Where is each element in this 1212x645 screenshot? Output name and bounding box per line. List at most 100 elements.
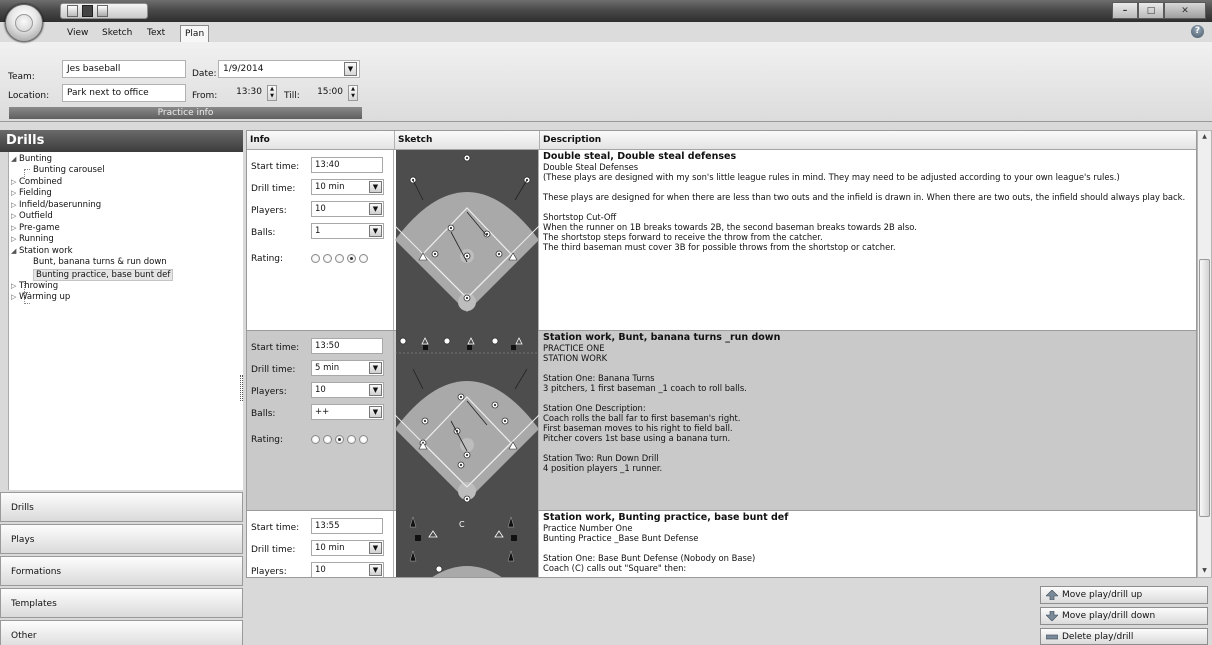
tree-item-station-work[interactable]: ◢ Station work — [11, 246, 73, 256]
collapse-arrow-icon[interactable]: ◢ — [11, 155, 19, 163]
players-select[interactable]: 10 ▼ — [311, 562, 384, 577]
column-header-description[interactable]: Description — [540, 131, 1196, 150]
grid-scrollbar[interactable]: ▲ ▼ — [1197, 130, 1212, 578]
tree-item-warming-up[interactable]: ▷ Warming up — [11, 292, 70, 302]
from-time-field[interactable]: 13:30 — [218, 84, 266, 102]
scroll-up-arrow-icon[interactable]: ▲ — [1198, 131, 1211, 143]
move-up-button[interactable]: Move play/drill up — [1040, 586, 1208, 604]
sketch-cell[interactable] — [394, 150, 540, 331]
chevron-down-icon[interactable]: ▼ — [369, 564, 382, 576]
from-label: From: — [192, 91, 218, 101]
players-value: 10 — [315, 204, 326, 214]
tree-item-bunt-banana-turns[interactable]: Bunt, banana turns & run down — [33, 257, 167, 267]
drill-time-select[interactable]: 5 min ▼ — [311, 360, 384, 376]
rating-radio[interactable] — [347, 435, 356, 444]
expand-arrow-icon[interactable]: ▷ — [11, 201, 19, 209]
tree-item-bunting[interactable]: ◢ Bunting — [11, 154, 52, 164]
team-field[interactable]: Jes baseball — [62, 60, 186, 78]
rating-radio[interactable] — [311, 435, 320, 444]
collapse-arrow-icon[interactable]: ◢ — [11, 247, 19, 255]
expand-arrow-icon[interactable]: ▷ — [11, 178, 19, 186]
location-field[interactable]: Park next to office — [62, 84, 186, 102]
tree-item-throwing[interactable]: ▷ Throwing — [11, 281, 58, 291]
column-header-sketch[interactable]: Sketch — [395, 131, 540, 150]
expand-arrow-icon[interactable]: ▷ — [11, 212, 19, 220]
drill-row[interactable]: Start time: 13:40 Drill time: 10 min ▼ Player… — [247, 150, 1196, 331]
tree-item-fielding[interactable]: ▷ Fielding — [11, 188, 52, 198]
expand-arrow-icon[interactable]: ▷ — [11, 293, 19, 301]
tree-item-bunting-practice[interactable]: Bunting practice, base bunt def — [33, 269, 174, 281]
tab-sketch[interactable]: Sketch — [98, 25, 136, 42]
start-time-field[interactable]: 13:40 — [311, 157, 383, 173]
tab-plan[interactable]: Plan — [180, 25, 210, 42]
balls-select[interactable]: 1 ▼ — [311, 223, 384, 239]
tree-item-bunting-carousel[interactable]: Bunting carousel — [33, 165, 105, 175]
delete-button[interactable]: Delete play/drill — [1040, 628, 1208, 645]
description-cell[interactable]: Station work, Bunt, banana turns _run do… — [540, 331, 1196, 510]
till-label: Till: — [284, 91, 300, 101]
drill-row[interactable]: Start time: 13:50 Drill time: 5 min ▼ Players… — [247, 331, 1196, 511]
move-down-button[interactable]: Move play/drill down — [1040, 607, 1208, 625]
date-picker[interactable]: 1/9/2014 — [218, 60, 360, 78]
chevron-down-icon[interactable]: ▼ — [369, 384, 382, 396]
new-file-icon[interactable] — [67, 5, 78, 17]
rating-radio[interactable] — [359, 254, 368, 263]
expand-arrow-icon[interactable]: ▷ — [11, 189, 19, 197]
balls-select[interactable]: ++ ▼ — [311, 404, 384, 420]
minimize-button[interactable]: – — [1112, 2, 1138, 19]
help-icon[interactable]: ? — [1191, 25, 1204, 38]
expand-arrow-icon[interactable]: ▷ — [11, 235, 19, 243]
rating-radio[interactable] — [359, 435, 368, 444]
from-time-spinner[interactable]: ▲ ▼ — [267, 85, 277, 101]
drill-row[interactable]: Start time: 13:55 Drill time: 10 min ▼ Player… — [247, 511, 1196, 577]
rating-radio[interactable] — [347, 254, 356, 263]
nav-plays[interactable]: Plays — [0, 524, 243, 554]
players-select[interactable]: 10 ▼ — [311, 201, 384, 217]
description-cell[interactable]: Station work, Bunting practice, base bun… — [540, 511, 1196, 577]
scroll-thumb[interactable] — [1199, 259, 1210, 517]
expand-arrow-icon[interactable]: ▷ — [11, 224, 19, 232]
rating-radio[interactable] — [335, 435, 344, 444]
application-menu-button[interactable] — [5, 4, 43, 42]
tab-view[interactable]: View — [63, 25, 92, 42]
chevron-down-icon[interactable]: ▼ — [369, 362, 382, 374]
tab-text[interactable]: Text — [143, 25, 169, 42]
chevron-down-icon[interactable]: ▼ — [369, 225, 382, 237]
sketch-cell[interactable] — [394, 331, 540, 511]
till-time-field[interactable]: 15:00 — [302, 84, 347, 102]
rating-radio[interactable] — [335, 254, 344, 263]
tree-item-running[interactable]: ▷ Running — [11, 234, 54, 244]
start-time-field[interactable]: 13:55 — [311, 518, 383, 534]
nav-other[interactable]: Other — [0, 620, 243, 645]
close-button[interactable]: ✕ — [1164, 2, 1206, 19]
chevron-down-icon[interactable]: ▼ — [369, 181, 382, 193]
tree-item-pre-game[interactable]: ▷ Pre-game — [11, 223, 60, 233]
chevron-down-icon[interactable]: ▼ — [369, 542, 382, 554]
maximize-button[interactable]: □ — [1138, 2, 1164, 19]
rating-radio[interactable] — [323, 254, 332, 263]
chevron-down-icon[interactable]: ▼ — [369, 203, 382, 215]
date-dropdown-button[interactable]: ▼ — [344, 62, 357, 76]
nav-drills[interactable]: Drills — [0, 492, 243, 522]
nav-templates[interactable]: Templates — [0, 588, 243, 618]
till-time-spinner[interactable]: ▲ ▼ — [348, 85, 358, 101]
expand-arrow-icon[interactable]: ▷ — [11, 282, 19, 290]
save-icon[interactable] — [82, 5, 93, 17]
panel-splitter[interactable] — [240, 375, 243, 401]
scroll-down-arrow-icon[interactable]: ▼ — [1198, 565, 1211, 577]
drill-time-select[interactable]: 10 min ▼ — [311, 540, 384, 556]
description-cell[interactable]: Double steal, Double steal defenses Doubl… — [540, 150, 1196, 330]
tree-item-outfield[interactable]: ▷ Outfield — [11, 211, 53, 221]
open-file-icon[interactable] — [97, 5, 108, 17]
nav-formations[interactable]: Formations — [0, 556, 243, 586]
column-header-info[interactable]: Info — [247, 131, 395, 150]
tree-item-combined[interactable]: ▷ Combined — [11, 177, 62, 187]
rating-radio[interactable] — [311, 254, 320, 263]
sketch-cell[interactable]: C — [395, 511, 539, 577]
start-time-field[interactable]: 13:50 — [311, 338, 383, 354]
rating-radio[interactable] — [323, 435, 332, 444]
players-select[interactable]: 10 ▼ — [311, 382, 384, 398]
drill-time-select[interactable]: 10 min ▼ — [311, 179, 384, 195]
chevron-down-icon[interactable]: ▼ — [369, 406, 382, 418]
tree-item-infield-baserunning[interactable]: ▷ Infield/baserunning — [11, 200, 101, 210]
